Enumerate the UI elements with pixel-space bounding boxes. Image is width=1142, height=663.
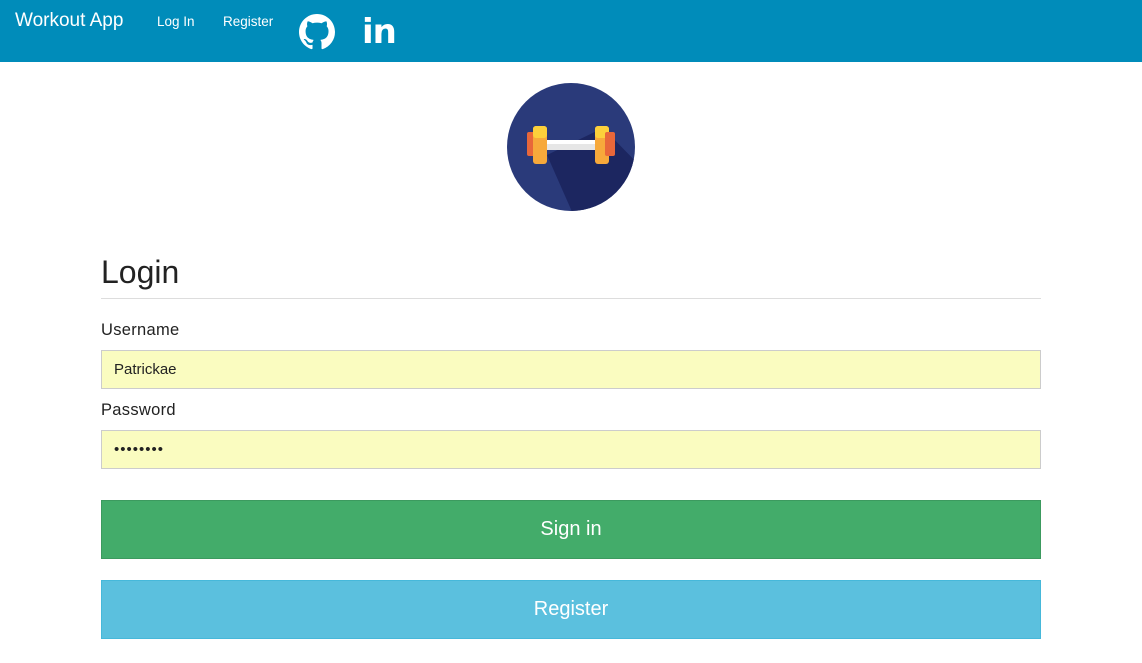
linkedin-icon[interactable]: in [362,15,397,49]
top-navbar: Workout App Log In Register in [0,0,1142,62]
password-label: Password [101,401,176,419]
username-label: Username [101,321,180,339]
sign-in-button[interactable]: Sign in [101,500,1041,559]
nav-register-link[interactable]: Register [223,14,273,29]
password-input[interactable] [101,430,1041,469]
title-divider [101,298,1041,299]
brand-link[interactable]: Workout App [15,10,123,32]
github-icon[interactable] [299,14,335,50]
username-input[interactable] [101,350,1041,389]
login-title: Login [101,254,180,290]
nav-login-link[interactable]: Log In [157,14,195,29]
register-button[interactable]: Register [101,580,1041,639]
dumbbell-icon [507,83,635,211]
